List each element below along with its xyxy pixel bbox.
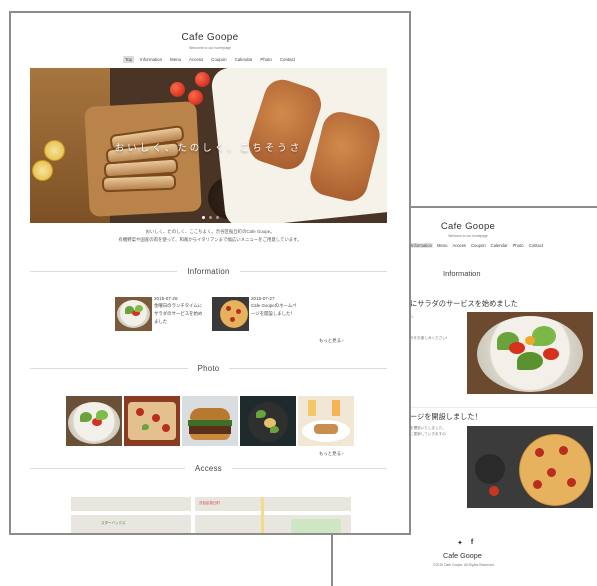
post-title-2[interactable]: Cafe Goopeのホームペ ージを開設しました！ — [251, 302, 297, 318]
access-heading: Access — [195, 464, 222, 473]
map-label-2: スターバックス — [101, 521, 126, 525]
back-copyright: ©2015 Cafe Goope. All Rights Reserved. — [433, 563, 495, 567]
back-nav-access[interactable]: Access — [451, 243, 467, 248]
back-nav-contact[interactable]: Contact — [528, 243, 544, 248]
back-post-snippet-2a: を開設いたしました。 — [410, 426, 446, 430]
nav-coupon[interactable]: Coupon — [209, 56, 228, 63]
nav-access[interactable]: Access — [187, 56, 205, 63]
site-subtitle: Welcome to our homepage — [189, 46, 231, 50]
intro-line-1: おいしく、たのしく、ここちよく。渋谷区桜丘町のCafe Goope。 — [145, 229, 275, 234]
back-site-title[interactable]: Cafe Goope — [393, 221, 543, 232]
hero-caption: おいしく、たのしく、ごちそうさ — [114, 143, 303, 154]
nav-contact[interactable]: Contact — [278, 56, 297, 63]
map-label-1: 渋谷区桜丘町 — [199, 501, 220, 505]
back-post-image-pizza[interactable] — [467, 426, 593, 508]
back-nav-photo[interactable]: Photo — [512, 243, 525, 248]
back-social-links: ✦ f — [457, 539, 473, 547]
information-more-link[interactable]: もっと見る › — [319, 338, 344, 344]
information-section-header: Information — [30, 267, 387, 276]
post-thumb-pizza[interactable] — [212, 297, 249, 331]
back-footer-title[interactable]: Cafe Goope — [443, 551, 482, 560]
slideshow-dots — [11, 216, 409, 219]
back-site-subtitle: Welcome to our homepage — [448, 234, 488, 238]
nav-top[interactable]: Top — [122, 56, 135, 63]
site-title[interactable]: Cafe Goope — [11, 32, 409, 43]
global-nav: Top Information Menu Access Coupon Calen… — [11, 56, 409, 63]
photo-thumb-1[interactable] — [66, 396, 122, 446]
back-post-image-salad[interactable] — [467, 312, 593, 394]
photo-heading: Photo — [197, 364, 220, 373]
slide-dot-2[interactable] — [208, 216, 212, 219]
back-post-snippet-2b: に更新していきますの — [410, 432, 446, 436]
back-post-snippet-1b: サをお楽しみください! — [410, 336, 447, 340]
nav-information[interactable]: Information — [138, 56, 164, 63]
photo-thumb-2[interactable] — [124, 396, 180, 446]
back-section-title: Information — [443, 269, 481, 278]
back-nav-information[interactable]: Information — [410, 243, 433, 248]
post-date-2: 2015-07-27 — [251, 296, 275, 301]
photo-thumb-5[interactable] — [298, 396, 354, 446]
nav-menu[interactable]: Menu — [168, 56, 183, 63]
access-section-header: Access — [30, 464, 387, 473]
top-page-preview: Cafe Goope Welcome to our homepage Top I… — [9, 11, 411, 535]
back-nav-calendar[interactable]: Calendar — [490, 243, 509, 248]
nav-calendar[interactable]: Calendar — [233, 56, 255, 63]
back-nav-menu[interactable]: Menu — [436, 243, 448, 248]
facebook-icon[interactable]: f — [471, 539, 473, 547]
back-global-nav: Information Menu Access Coupon Calendar … — [410, 243, 544, 248]
back-post-title-1[interactable]: にサラダのサービスを始めました — [410, 299, 518, 309]
slide-dot-3[interactable] — [215, 216, 219, 219]
photo-section-header: Photo — [30, 364, 388, 373]
nav-photo[interactable]: Photo — [258, 56, 273, 63]
post-thumb-salad[interactable] — [115, 297, 152, 331]
photo-more-link[interactable]: もっと見る › — [319, 451, 344, 457]
slide-dot-1[interactable] — [201, 216, 205, 219]
photo-thumb-4[interactable] — [240, 396, 296, 446]
twitter-icon[interactable]: ✦ — [457, 539, 463, 547]
back-nav-coupon[interactable]: Coupon — [470, 243, 487, 248]
back-post-title-2[interactable]: ージを開設しました！ — [410, 412, 482, 422]
information-heading: Information — [187, 267, 230, 276]
access-map[interactable]: 渋谷区桜丘町 スターバックス — [71, 497, 351, 533]
photo-thumb-3[interactable] — [182, 396, 238, 446]
intro-line-2: 有機野菜や国産の肉を使って、和風からイタリアンまで幅広いメニューをご用意していま… — [118, 237, 302, 242]
post-title-1[interactable]: 金曜日のランチタイムに サラダのサービスを始め ました — [154, 302, 202, 326]
hero-slideshow[interactable]: おいしく、たのしく、ごちそうさ — [30, 68, 387, 223]
post-date-1: 2015-07-28 — [154, 296, 178, 301]
